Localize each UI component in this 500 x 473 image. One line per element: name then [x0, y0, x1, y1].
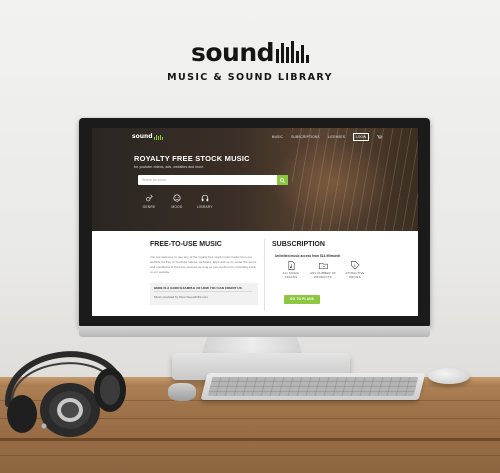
feature-all-tracks: ALL MUSIC TRACKS — [278, 261, 304, 279]
brand-header: sound MUSIC & SOUND LIBRARY — [0, 38, 500, 84]
keyboard — [200, 373, 426, 400]
music-file-icon — [288, 261, 294, 270]
brand-tagline: MUSIC & SOUND LIBRARY — [167, 72, 333, 83]
sound-bars-logo-icon — [276, 41, 310, 63]
site-logo-word: sound — [132, 133, 153, 140]
search-button[interactable] — [277, 175, 288, 185]
category-label: MOOD — [171, 205, 183, 209]
go-to-plans-button[interactable]: GO TO PLANS — [284, 295, 320, 304]
hero-section: sound MUSIC SUBSCRIPTIONS LICENSES LOGIN… — [92, 128, 418, 231]
search-placeholder: Search for music — [142, 178, 166, 182]
top-nav: sound MUSIC SUBSCRIPTIONS LICENSES LOGIN — [92, 128, 418, 146]
hero-title: ROYALTY FREE STOCK MUSIC — [134, 154, 250, 163]
category-genre[interactable]: GENRE — [142, 194, 156, 209]
credit-example-box: HERE IS A GOOD EXAMPLE OF HOW YOU CAN CR… — [150, 283, 258, 305]
folder-icon — [318, 262, 328, 269]
mood-face-icon — [173, 194, 181, 202]
subscription-title: SUBSCRIPTION — [272, 241, 325, 248]
credit-example-divider — [154, 291, 252, 292]
nav-subscriptions[interactable]: SUBSCRIPTIONS — [291, 135, 320, 139]
keyboard-keys — [207, 377, 419, 396]
svg-text:$: $ — [353, 263, 355, 267]
speaker-puck — [168, 383, 196, 401]
free-music-title: FREE-TO-USE MUSIC — [150, 241, 222, 248]
category-links: GENRE MOOD LIBRARY — [142, 194, 213, 209]
credit-example-title: HERE IS A GOOD EXAMPLE OF HOW YOU CAN CR… — [154, 286, 243, 290]
feature-label: ALL MUSIC TRACKS — [282, 271, 300, 279]
search-input[interactable]: Search for music — [138, 175, 288, 185]
login-button[interactable]: LOGIN — [353, 133, 369, 141]
site-logo[interactable]: sound — [132, 134, 163, 140]
nav-music[interactable]: MUSIC — [272, 135, 283, 139]
feature-any-products: ANY NUMBER OF PRODUCTS — [310, 261, 336, 279]
website-screen: sound MUSIC SUBSCRIPTIONS LICENSES LOGIN… — [92, 128, 418, 316]
nav-links: MUSIC SUBSCRIPTIONS LICENSES LOGIN — [272, 133, 382, 141]
category-label: GENRE — [142, 205, 156, 209]
feature-attractive-prices: $ ATTRACTIVE PRICES — [342, 261, 368, 279]
desk-grain-line — [0, 455, 500, 456]
category-library[interactable]: LIBRARY — [197, 194, 213, 209]
column-divider — [264, 239, 265, 311]
category-label: LIBRARY — [197, 205, 213, 209]
content-section: FREE-TO-USE MUSIC You are welcome to use… — [92, 231, 418, 316]
mouse — [428, 368, 470, 384]
guitar-icon — [146, 194, 153, 202]
free-music-paragraph: You are welcome to use any of the royalt… — [150, 255, 257, 274]
search-icon — [280, 177, 285, 183]
subscription-features: ALL MUSIC TRACKS ANY NUMBER OF PRODUCTS … — [278, 261, 368, 279]
nav-licenses[interactable]: LICENSES — [328, 135, 345, 139]
feature-label: ANY NUMBER OF PRODUCTS — [310, 271, 336, 279]
feature-label: ATTRACTIVE PRICES — [345, 271, 365, 279]
category-mood[interactable]: MOOD — [170, 194, 184, 209]
credit-example-text[interactable]: Music provided by https://soundhills.com — [154, 295, 208, 299]
hero-subtitle: for youtube videos, ads, websites and mo… — [134, 165, 204, 169]
site-logo-bars-icon — [153, 135, 163, 140]
headphones-prop-icon — [4, 351, 126, 437]
subscription-note: Unlimited music access from $14.99/month — [275, 254, 341, 258]
headphones-icon — [201, 194, 209, 202]
brand-wordmark: sound — [190, 38, 275, 67]
price-tag-icon: $ — [350, 261, 359, 270]
cart-icon[interactable] — [377, 135, 382, 139]
